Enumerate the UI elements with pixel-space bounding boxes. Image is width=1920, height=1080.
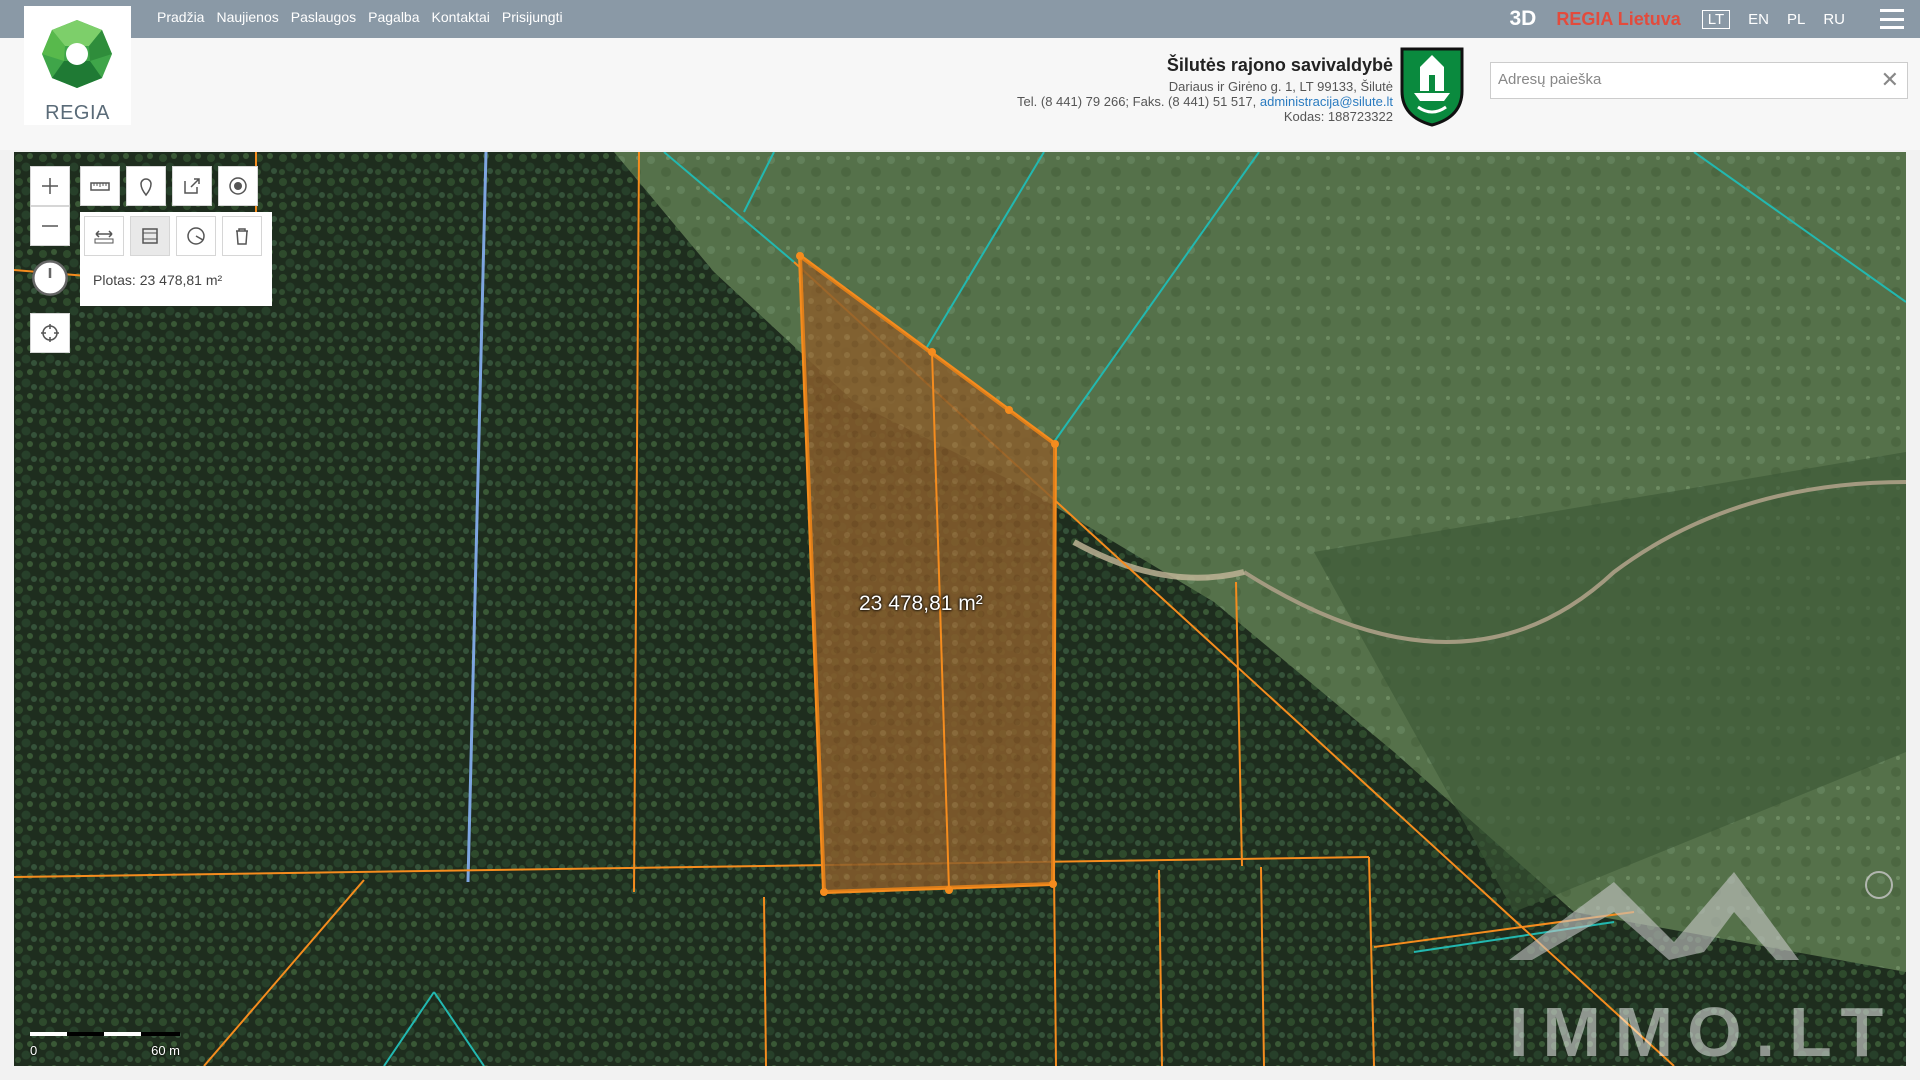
map-pin-icon bbox=[140, 178, 152, 197]
zoom-out-button[interactable] bbox=[30, 206, 70, 246]
coat-of-arms-icon bbox=[1400, 47, 1464, 127]
scale-start: 0 bbox=[30, 1043, 38, 1058]
lang-pl[interactable]: PL bbox=[1787, 11, 1805, 28]
municipality-contacts: Tel. (8 441) 79 266; Faks. (8 441) 51 51… bbox=[1017, 94, 1393, 109]
regia-logo-text: REGIA bbox=[45, 102, 110, 124]
measure-area-button[interactable] bbox=[130, 216, 170, 256]
lang-lt[interactable]: LT bbox=[1701, 9, 1731, 29]
nav-item-pagalba[interactable]: Pagalba bbox=[368, 9, 419, 25]
municipality-email-link[interactable]: administracija@silute.lt bbox=[1260, 94, 1393, 109]
nav-item-paslaugos[interactable]: Paslaugos bbox=[291, 9, 356, 25]
scale-end: 60 m bbox=[151, 1043, 180, 1058]
measured-area-readout: Plotas: 23 478,81 m² bbox=[93, 272, 223, 288]
clock-icon bbox=[32, 260, 68, 296]
scale-bar: 0 60 m bbox=[30, 1025, 180, 1058]
measure-panel bbox=[80, 212, 272, 306]
lang-en[interactable]: EN bbox=[1748, 11, 1769, 28]
distance-icon bbox=[94, 230, 114, 244]
nav-item-prisijungti[interactable]: Prisijungti bbox=[502, 9, 563, 25]
radius-icon bbox=[187, 227, 205, 245]
nav-item-pradzia[interactable]: Pradžia bbox=[157, 9, 204, 25]
ruler-icon bbox=[90, 182, 110, 191]
minus-icon bbox=[42, 225, 58, 227]
lang-ru[interactable]: RU bbox=[1823, 11, 1845, 28]
zoom-in-button[interactable] bbox=[30, 166, 70, 206]
top-bar: Pradžia Naujienos Paslaugos Pagalba Kont… bbox=[0, 0, 1920, 38]
regia-lietuva-link[interactable]: REGIA Lietuva bbox=[1556, 9, 1680, 30]
locate-button[interactable] bbox=[30, 313, 70, 353]
scale-bar-graphic bbox=[30, 1032, 180, 1036]
municipality-address: Dariaus ir Girėno g. 1, LT 99133, Šilutė bbox=[1168, 79, 1393, 94]
target-icon bbox=[229, 177, 247, 195]
menu-icon[interactable] bbox=[1880, 9, 1904, 29]
map-view[interactable]: Plotas: 23 478,81 m² 23 478,81 m² 0 60 m… bbox=[14, 152, 1906, 1066]
share-icon bbox=[184, 178, 200, 194]
trash-icon bbox=[236, 228, 248, 245]
regia-logo[interactable]: REGIA bbox=[24, 6, 131, 125]
immo-watermark-text: IMMO.LT bbox=[1509, 993, 1898, 1066]
main-nav: Pradžia Naujienos Paslaugos Pagalba Kont… bbox=[157, 9, 563, 25]
measure-radius-button[interactable] bbox=[176, 216, 216, 256]
history-button[interactable] bbox=[30, 258, 70, 298]
address-search: ✕ bbox=[1490, 62, 1908, 99]
share-button[interactable] bbox=[172, 166, 212, 206]
parcel-area-label: 23 478,81 m² bbox=[859, 592, 983, 615]
nav-item-naujienos[interactable]: Naujienos bbox=[216, 9, 278, 25]
nav-item-kontaktai[interactable]: Kontaktai bbox=[432, 9, 490, 25]
clear-search-icon[interactable]: ✕ bbox=[1881, 68, 1899, 92]
3d-button[interactable]: 3D bbox=[1510, 7, 1537, 31]
municipality-title: Šilutės rajono savivaldybė bbox=[1166, 55, 1393, 75]
area-icon bbox=[142, 228, 158, 244]
municipality-code: Kodas: 188723322 bbox=[1283, 109, 1393, 124]
marker-tool-button[interactable] bbox=[126, 166, 166, 206]
layers-button[interactable] bbox=[218, 166, 258, 206]
municipality-phone: Tel. (8 441) 79 266; Faks. (8 441) 51 51… bbox=[1017, 94, 1257, 109]
municipality-info: Šilutės rajono savivaldybė Dariaus ir Gi… bbox=[1017, 55, 1393, 124]
delete-measure-button[interactable] bbox=[222, 216, 262, 256]
top-right-controls: 3D REGIA Lietuva LT EN PL RU bbox=[1510, 0, 1920, 38]
measure-tool-button[interactable] bbox=[80, 166, 120, 206]
address-search-input[interactable] bbox=[1491, 63, 1865, 96]
crosshair-icon bbox=[41, 324, 59, 342]
measure-distance-button[interactable] bbox=[84, 216, 124, 256]
regia-logo-icon bbox=[42, 20, 112, 88]
plus-icon bbox=[42, 178, 58, 194]
